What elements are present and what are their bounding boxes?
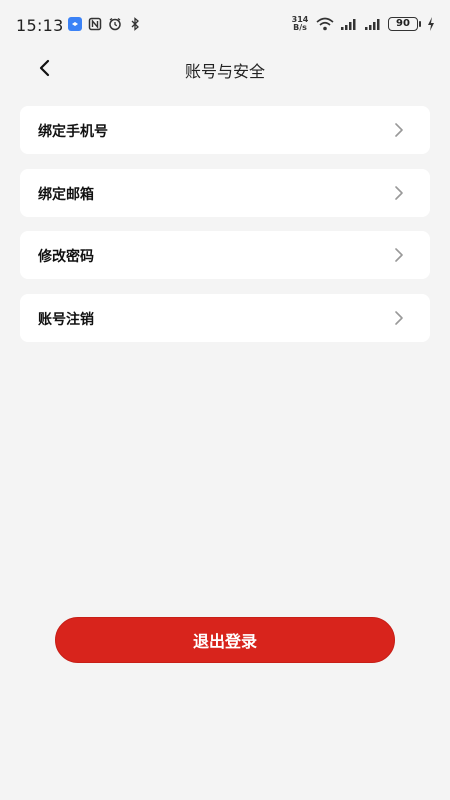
menu-item-bind-phone[interactable]: 绑定手机号	[20, 106, 430, 154]
page-title: 账号与安全	[184, 62, 265, 81]
battery-indicator: 90	[388, 17, 421, 31]
wifi-icon	[316, 17, 334, 31]
menu-item-label: 修改密码	[38, 249, 94, 265]
logout-button[interactable]: 退出登录	[55, 617, 395, 663]
settings-menu: 绑定手机号 绑定邮箱 修改密码 账号注销	[20, 106, 430, 356]
status-left-icons	[68, 17, 142, 31]
net-speed-unit: B/s	[293, 23, 307, 32]
chevron-right-icon	[395, 310, 403, 325]
header: 账号与安全	[0, 48, 450, 88]
chevron-right-icon	[395, 248, 403, 262]
app-notification-icon	[68, 17, 82, 31]
menu-item-label: 绑定手机号	[38, 124, 108, 140]
chevron-right-icon	[395, 123, 403, 137]
net-speed: 314 B/s	[290, 16, 310, 32]
alarm-icon	[108, 17, 122, 31]
status-right-icons: 314 B/s 90	[290, 16, 436, 32]
signal-icon-1	[340, 17, 358, 31]
menu-item-delete-account[interactable]: 账号注销	[20, 293, 430, 342]
charging-icon	[426, 17, 436, 31]
chevron-right-icon	[395, 185, 403, 200]
signal-icon-2	[364, 17, 382, 31]
menu-item-change-password[interactable]: 修改密码	[20, 231, 430, 279]
menu-item-bind-email[interactable]: 绑定邮箱	[20, 168, 430, 217]
nfc-icon	[88, 17, 102, 31]
bluetooth-icon	[128, 17, 142, 31]
menu-item-label: 绑定邮箱	[38, 186, 94, 203]
menu-item-label: 账号注销	[38, 311, 94, 328]
status-time: 15:13	[16, 16, 64, 35]
status-bar: 15:13 314 B/s 90	[0, 0, 450, 48]
